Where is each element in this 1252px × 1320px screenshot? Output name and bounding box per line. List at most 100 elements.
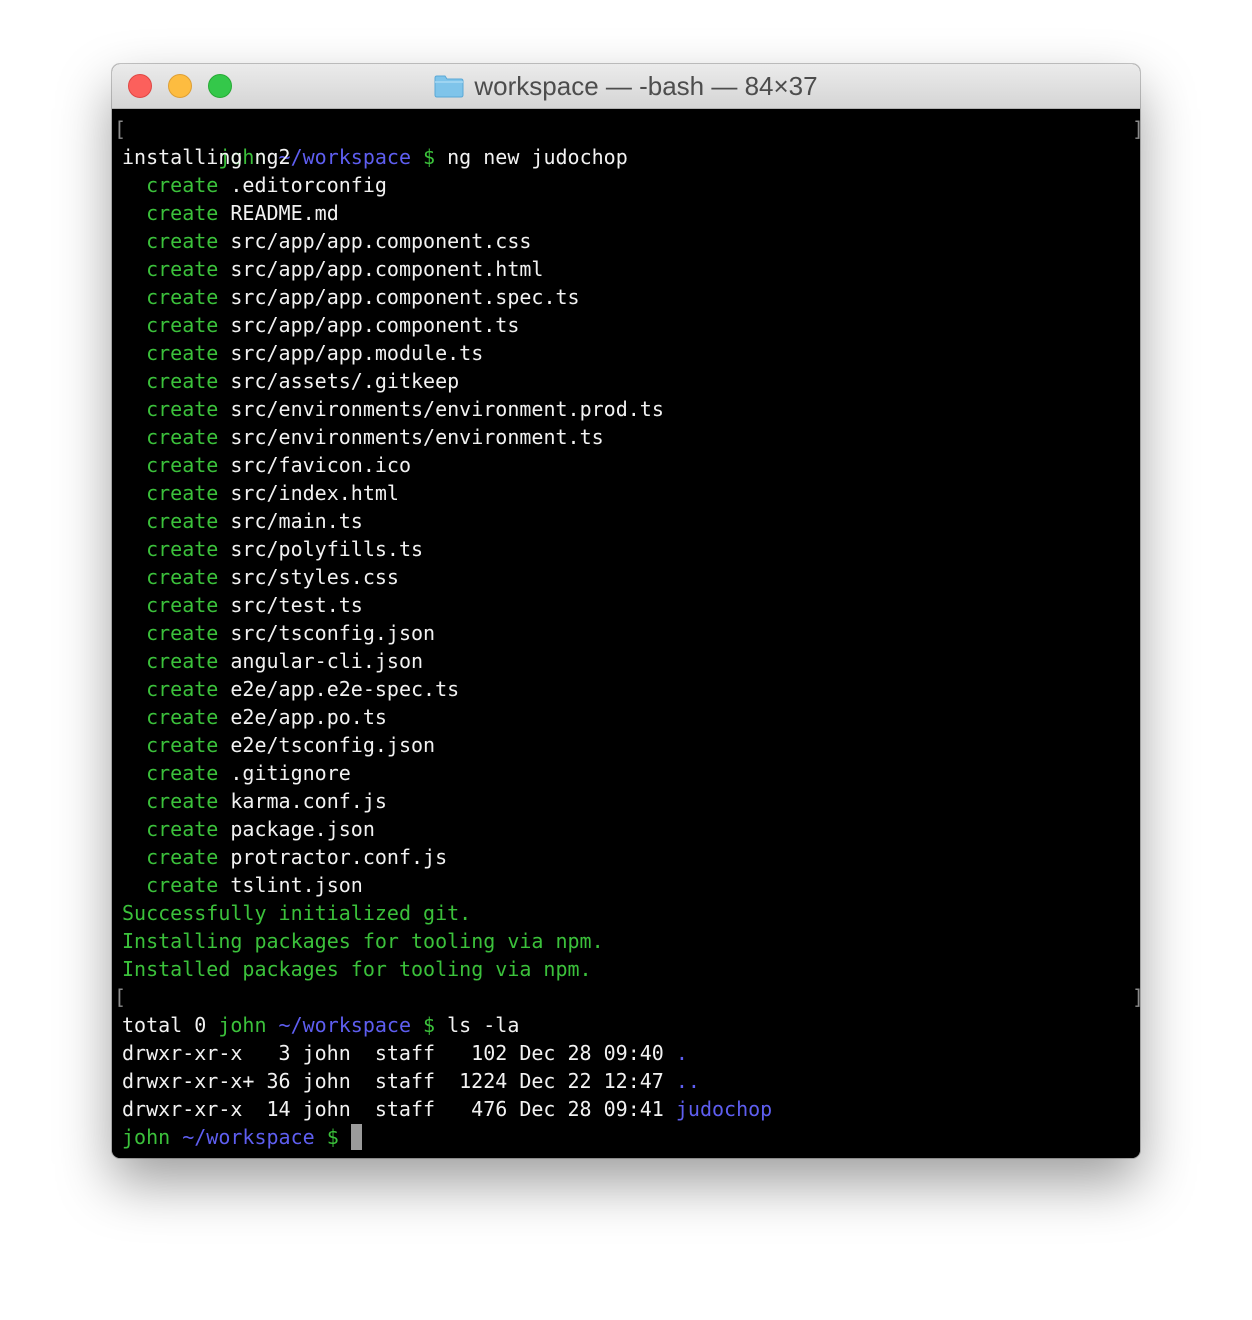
- create-keyword: create: [146, 481, 219, 505]
- create-line: create src/favicon.ico: [122, 451, 1140, 479]
- ls-perms: drwxr-xr-x+: [122, 1069, 255, 1093]
- created-file: protractor.conf.js: [230, 845, 448, 869]
- created-file: src/polyfills.ts: [230, 537, 424, 561]
- ls-links: 3: [278, 1041, 291, 1065]
- ls-group: staff: [374, 1041, 436, 1065]
- status-text: Installed packages for tooling via npm.: [122, 957, 592, 981]
- create-line: create src/test.ts: [122, 591, 1140, 619]
- folder-icon: [434, 75, 464, 98]
- create-keyword: create: [146, 761, 219, 785]
- created-file: e2e/tsconfig.json: [230, 733, 436, 757]
- create-keyword: create: [146, 229, 219, 253]
- create-keyword: create: [146, 285, 219, 309]
- status-line: Successfully initialized git.: [122, 899, 1140, 927]
- create-line: create .editorconfig: [122, 171, 1140, 199]
- created-file: src/app/app.component.css: [230, 229, 532, 253]
- window-title: workspace — -bash — 84×37: [474, 70, 818, 101]
- ls-row: drwxr-xr-x 14 john staff 476 Dec 28 09:41…: [122, 1095, 1140, 1123]
- mark-bracket-right: ]: [1132, 983, 1140, 1011]
- created-file: .gitignore: [230, 761, 351, 785]
- created-file: e2e/app.e2e-spec.ts: [230, 677, 460, 701]
- create-lines: create .editorconfig create README.md cr…: [122, 171, 1140, 899]
- create-keyword: create: [146, 509, 219, 533]
- create-line: create karma.conf.js: [122, 787, 1140, 815]
- create-line: create src/polyfills.ts: [122, 535, 1140, 563]
- ls-size: 102: [471, 1041, 508, 1065]
- ls-name: judochop: [675, 1097, 773, 1121]
- created-file: src/main.ts: [230, 509, 363, 533]
- create-line: create angular-cli.json: [122, 647, 1140, 675]
- ls-name: .: [675, 1041, 688, 1065]
- create-line: create tslint.json: [122, 871, 1140, 899]
- created-file: angular-cli.json: [230, 649, 424, 673]
- create-keyword: create: [146, 313, 219, 337]
- create-keyword: create: [146, 201, 219, 225]
- ls-owner: john: [302, 1097, 351, 1121]
- created-file: package.json: [230, 817, 375, 841]
- mark-bracket-right: ]: [1132, 115, 1140, 143]
- ls-owner: john: [302, 1041, 351, 1065]
- status-line: Installing packages for tooling via npm.: [122, 927, 1140, 955]
- created-file: src/environments/environment.prod.ts: [230, 397, 664, 421]
- ls-links: 14: [266, 1097, 291, 1121]
- create-line: create src/environments/environment.prod…: [122, 395, 1140, 423]
- create-keyword: create: [146, 593, 219, 617]
- title-bar[interactable]: workspace — -bash — 84×37: [112, 64, 1140, 109]
- created-file: src/favicon.ico: [230, 453, 412, 477]
- ls-date: Dec 28 09:40: [519, 1041, 664, 1065]
- prompt-user: john: [122, 1125, 171, 1149]
- mark-bracket-left: [: [114, 985, 127, 1009]
- create-line: create src/environments/environment.ts: [122, 423, 1140, 451]
- ls-listing: drwxr-xr-x 3 john staff 102 Dec 28 09:40 …: [122, 1039, 1140, 1123]
- ls-size: 476: [471, 1097, 508, 1121]
- create-line: create src/app/app.component.css: [122, 227, 1140, 255]
- mark-bracket-left: [: [114, 117, 127, 141]
- created-file: README.md: [230, 201, 339, 225]
- created-file: e2e/app.po.ts: [230, 705, 387, 729]
- created-file: src/app/app.component.html: [230, 257, 544, 281]
- create-line: create src/app/app.module.ts: [122, 339, 1140, 367]
- create-keyword: create: [146, 873, 219, 897]
- ls-date: Dec 22 12:47: [519, 1069, 664, 1093]
- created-file: src/environments/environment.ts: [230, 425, 604, 449]
- ls-size: 1224: [459, 1069, 508, 1093]
- terminal-content: [john ~/workspace $ ng new judochop] ins…: [114, 115, 1140, 1151]
- create-line: create e2e/tsconfig.json: [122, 731, 1140, 759]
- create-keyword: create: [146, 257, 219, 281]
- status-lines: Successfully initialized git. Installing …: [122, 899, 1140, 983]
- ls-row: drwxr-xr-x 3 john staff 102 Dec 28 09:40 …: [122, 1039, 1140, 1067]
- create-keyword: create: [146, 621, 219, 645]
- create-keyword: create: [146, 677, 219, 701]
- create-line: create src/tsconfig.json: [122, 619, 1140, 647]
- prompt-symbol: $: [326, 1125, 339, 1149]
- create-keyword: create: [146, 173, 219, 197]
- create-keyword: create: [146, 817, 219, 841]
- created-file: src/index.html: [230, 481, 399, 505]
- create-keyword: create: [146, 397, 219, 421]
- create-line: create src/app/app.component.html: [122, 255, 1140, 283]
- create-line: create package.json: [122, 815, 1140, 843]
- created-file: src/test.ts: [230, 593, 363, 617]
- prompt-path: ~/workspace: [182, 1125, 315, 1149]
- create-keyword: create: [146, 453, 219, 477]
- status-line: Installed packages for tooling via npm.: [122, 955, 1140, 983]
- create-line: create protractor.conf.js: [122, 843, 1140, 871]
- created-file: tslint.json: [230, 873, 363, 897]
- ls-owner: john: [302, 1069, 351, 1093]
- ls-name: ..: [675, 1069, 700, 1093]
- created-file: src/app/app.component.ts: [230, 313, 520, 337]
- created-file: karma.conf.js: [230, 789, 387, 813]
- total-text: total 0: [122, 1013, 207, 1037]
- create-line: create .gitignore: [122, 759, 1140, 787]
- ls-row: drwxr-xr-x+ 36 john staff 1224 Dec 22 12:4…: [122, 1067, 1140, 1095]
- created-file: .editorconfig: [230, 173, 387, 197]
- create-keyword: create: [146, 649, 219, 673]
- create-keyword: create: [146, 369, 219, 393]
- create-line: create e2e/app.e2e-spec.ts: [122, 675, 1140, 703]
- ls-date: Dec 28 09:41: [519, 1097, 664, 1121]
- create-keyword: create: [146, 789, 219, 813]
- prompt-line: [john ~/workspace $ ng new judochop]: [114, 115, 1140, 169]
- create-keyword: create: [146, 425, 219, 449]
- terminal-output[interactable]: [john ~/workspace $ ng new judochop] ins…: [112, 109, 1140, 1158]
- ls-group: staff: [374, 1069, 436, 1093]
